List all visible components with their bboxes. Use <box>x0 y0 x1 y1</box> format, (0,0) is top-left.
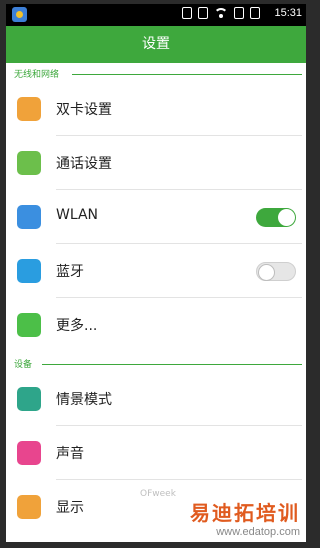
status-bar: 15:31 <box>6 4 306 26</box>
wifi-icon <box>214 8 228 18</box>
brightness-icon <box>17 495 41 519</box>
section-device-label: 设备 <box>14 360 33 370</box>
toggle-knob <box>258 264 275 281</box>
toggle-knob <box>278 209 295 226</box>
watermark-brand: 易迪拓培训 <box>190 501 300 525</box>
settings-item-label: 双卡设置 <box>56 102 112 118</box>
settings-item-label: WLAN <box>56 207 99 223</box>
settings-item-label: 更多... <box>56 318 98 334</box>
settings-screen: 设置 无线和网络 双卡设置 通话设置 WLAN 蓝牙 更多... 设备 情景模式… <box>6 26 306 542</box>
section-wireless-label: 无线和网络 <box>14 70 60 80</box>
settings-item-call[interactable]: 通话设置 <box>6 136 306 190</box>
sim2-icon <box>234 7 244 19</box>
speaker-icon <box>17 441 41 465</box>
settings-item-label: 通话设置 <box>56 156 112 172</box>
sim-card-icon <box>17 97 41 121</box>
settings-item-scene[interactable]: 情景模式 <box>6 372 306 426</box>
settings-item-wlan[interactable]: WLAN <box>6 190 306 244</box>
phone-frame: 15:31 设置 无线和网络 双卡设置 通话设置 WLAN 蓝牙 更多... 设… <box>0 0 312 548</box>
app-notification-icon <box>12 7 27 22</box>
settings-item-label: 情景模式 <box>56 392 112 408</box>
settings-item-dual-sim[interactable]: 双卡设置 <box>6 82 306 136</box>
settings-item-label: 显示 <box>56 500 84 516</box>
wifi-icon <box>17 205 41 229</box>
bluetooth-icon <box>17 259 41 283</box>
vibrate-icon <box>182 7 192 19</box>
section-divider <box>72 74 302 75</box>
sim-icon <box>198 7 208 19</box>
watermark: OFweek 易迪拓培训 www.edatop.com <box>140 489 300 538</box>
settings-item-label: 声音 <box>56 446 84 462</box>
phone-icon <box>17 151 41 175</box>
settings-item-label: 蓝牙 <box>56 264 84 280</box>
grid-icon <box>17 387 41 411</box>
settings-item-sound[interactable]: 声音 <box>6 426 306 480</box>
wlan-toggle[interactable] <box>256 208 296 227</box>
more-icon <box>17 313 41 337</box>
bluetooth-toggle[interactable] <box>256 262 296 281</box>
watermark-ofweek: OFweek <box>140 489 176 499</box>
settings-item-more[interactable]: 更多... <box>6 298 306 352</box>
status-time: 15:31 <box>274 7 302 19</box>
settings-item-bluetooth[interactable]: 蓝牙 <box>6 244 306 298</box>
page-title: 设置 <box>6 26 306 63</box>
section-divider <box>42 364 302 365</box>
watermark-url: www.edatop.com <box>216 526 300 538</box>
battery-icon <box>250 7 260 19</box>
status-icons <box>182 7 260 19</box>
